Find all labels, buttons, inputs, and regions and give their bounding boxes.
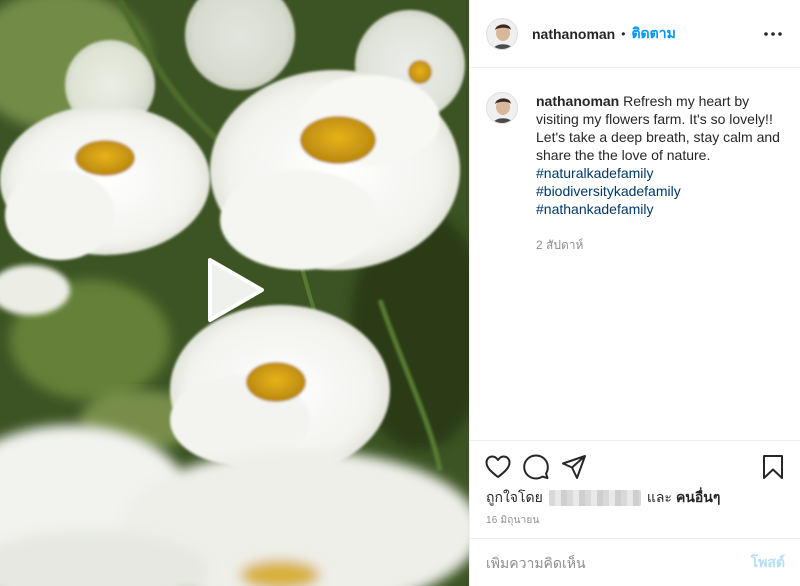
more-options-icon [764,31,782,36]
likes-middle: และ [646,489,672,505]
likes-summary: ถูกใจโดย และ คนอื่นๆ [486,487,720,509]
likes-others-link[interactable]: คนอื่นๆ [676,487,720,509]
post-media-video[interactable] [0,0,469,586]
comment-input[interactable] [486,554,751,571]
caption-username[interactable]: nathanoman [536,93,623,109]
post-actions: ถูกใจโดย และ คนอื่นๆ 16 มิถุนายน [470,440,800,538]
caption-body: nathanoman Refresh my heart by visiting … [536,92,786,254]
blurred-liker-name [548,490,641,506]
save-button[interactable] [759,453,787,481]
play-button[interactable] [198,254,270,326]
header-separator: • [621,26,626,41]
share-icon [562,455,586,479]
play-icon [208,258,264,322]
hashtag-link[interactable]: #naturalkadefamily [536,164,786,182]
more-options-button[interactable] [761,22,785,46]
user-avatar-image [487,93,517,123]
comment-icon [523,454,549,480]
user-avatar-image [487,18,517,49]
post-comment-button[interactable]: โพสต์ [751,552,785,574]
hashtag-link[interactable]: #nathankadefamily [536,200,786,218]
comment-button[interactable] [522,453,550,481]
post-caption: nathanoman Refresh my heart by visiting … [486,92,786,254]
like-button[interactable] [484,453,512,481]
avatar[interactable] [486,17,518,50]
follow-button[interactable]: ติดตาม [631,23,675,45]
heart-icon [485,455,511,478]
post-side-panel: nathanoman • ติดตาม nathanoman Refresh m… [469,0,800,586]
header-username[interactable]: nathanoman [532,26,615,42]
likes-prefix: ถูกใจโดย [486,489,543,505]
hashtag-link[interactable]: #biodiversitykadefamily [536,182,786,200]
bookmark-icon [763,455,783,479]
share-button[interactable] [560,453,588,481]
post-date[interactable]: 16 มิถุนายน [486,513,540,528]
post-header: nathanoman • ติดตาม [470,0,800,68]
caption-timestamp[interactable]: 2 สัปดาห์ [536,236,786,254]
action-icons-row [484,453,789,481]
comment-bar: โพสต์ [470,538,800,586]
caption-avatar[interactable] [486,92,518,124]
